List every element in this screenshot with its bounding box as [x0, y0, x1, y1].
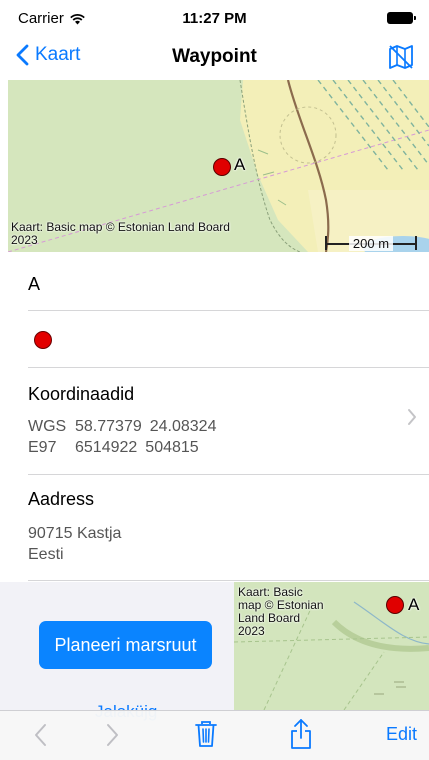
coordinate-system: E97 [28, 439, 57, 456]
waypoint-color-dot [34, 331, 52, 349]
bottom-toolbar: Edit [0, 710, 429, 760]
chevron-right-icon[interactable] [106, 723, 120, 747]
chevron-right-icon [408, 409, 416, 425]
share-icon[interactable] [289, 718, 313, 750]
color-row [28, 311, 429, 368]
waypoint-name: A [28, 274, 41, 294]
map-scale: 200 m [325, 236, 417, 251]
coordinate-value: 58.77379 [75, 418, 142, 435]
coordinate-system: WGS [28, 418, 67, 435]
coordinate-value: 24.08324 [149, 418, 217, 435]
chevron-left-icon[interactable] [33, 723, 47, 747]
address-line-1: 90715 Kastja [28, 525, 122, 542]
waypoint-details: A Koordinaadid WGS 58.77379 24.08324 E97… [0, 252, 429, 581]
trash-icon[interactable] [195, 719, 217, 749]
mini-map-attribution: Kaart: Basic map © Estonian Land Board 2… [238, 585, 324, 638]
address-line-2: Eesti [28, 546, 64, 563]
waypoint-map-label: A [234, 155, 246, 174]
clock: 11:27 PM [182, 10, 247, 27]
edit-button[interactable]: Edit [386, 724, 417, 745]
coordinates-header: Koordinaadid [28, 384, 135, 404]
coordinate-value: 504815 [145, 439, 199, 456]
status-bar: Carrier 11:27 PM [0, 0, 429, 38]
actions-section: Planeeri marsruut Jalaküjg Kaart: Basic … [0, 582, 429, 721]
coordinate-line-wgs: WGS 58.77379 24.08324 [28, 418, 224, 436]
address-header: Aadress [28, 489, 95, 509]
scale-label: 200 m [348, 236, 394, 251]
battery-icon [387, 12, 416, 24]
coordinate-value: 6514922 [75, 439, 138, 456]
navigation-bar: Kaart Waypoint [0, 38, 429, 80]
waypoint-map[interactable]: A Kaart: Basic map © Estonian Land Board… [8, 80, 429, 252]
coordinates-row[interactable]: Koordinaadid WGS 58.77379 24.08324 E97 6… [28, 368, 429, 475]
map-icon[interactable] [387, 43, 415, 71]
map-attribution: Kaart: Basic map © Estonian Land Board 2… [11, 220, 230, 247]
waypoint-marker[interactable] [213, 158, 231, 176]
mini-map[interactable]: Kaart: Basic map © Estonian Land Board 2… [234, 582, 429, 710]
name-row: A [28, 252, 429, 311]
page-title: Waypoint [172, 46, 257, 67]
mini-map-marker [386, 596, 404, 614]
address-row: Aadress 90715 Kastja Eesti [28, 475, 429, 581]
mini-map-waypoint-label: A [408, 595, 420, 614]
coordinate-line-e97: E97 6514922 504815 [28, 439, 207, 457]
plan-route-button[interactable]: Planeeri marsruut [39, 621, 212, 669]
